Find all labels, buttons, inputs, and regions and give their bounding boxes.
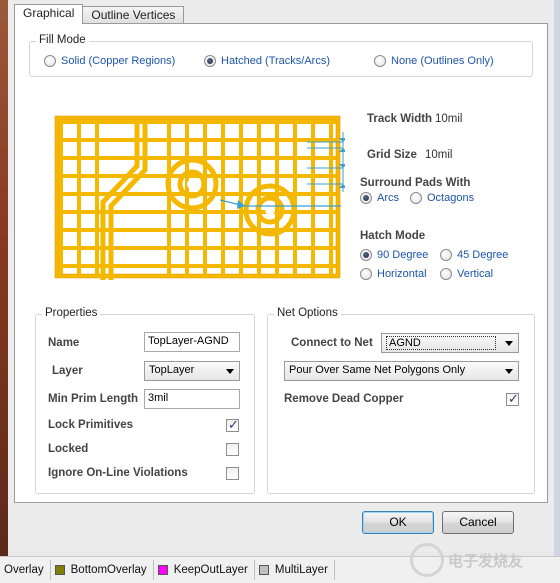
tab-graphical[interactable]: Graphical [14, 4, 84, 24]
layer-tab-bottomoverlay[interactable]: BottomOverlay [51, 560, 154, 580]
polygon-pour-dialog: Graphical Outline Vertices Fill Mode Sol… [8, 0, 554, 552]
fill-hatched-label: Hatched (Tracks/Arcs) [221, 55, 331, 67]
ok-button[interactable]: OK [362, 511, 434, 534]
hatch-vertical-track [311, 120, 315, 274]
properties-group: Properties Name TopLayer-AGND Layer TopL… [35, 307, 255, 494]
chevron-down-icon [226, 369, 234, 374]
fill-none-label: None (Outlines Only) [391, 55, 494, 67]
remove-dead-copper-label: Remove Dead Copper [284, 393, 404, 405]
layer-tab-keepout-label: KeepOutLayer [173, 564, 248, 576]
fill-solid-option[interactable]: Solid (Copper Regions) [44, 55, 175, 67]
chevron-down-icon [505, 369, 513, 374]
radio-arcs[interactable] [360, 192, 372, 204]
hatch-mode-title: Hatch Mode [360, 230, 426, 242]
net-options-group: Net Options Connect to Net AGND Pour Ove… [267, 307, 535, 494]
surround-arcs-option[interactable]: Arcs [360, 192, 399, 204]
net-options-title: Net Options [274, 307, 341, 319]
chevron-down-icon [505, 341, 513, 346]
hatch-horizontal-track [59, 120, 336, 124]
name-label: Name [48, 337, 80, 349]
radio-vertical[interactable] [440, 268, 452, 280]
layer-select[interactable]: TopLayer [144, 361, 240, 381]
lock-primitives-label: Lock Primitives [48, 419, 134, 431]
min-prim-length-label: Min Prim Length [48, 393, 139, 405]
hatch-vertical-track [329, 120, 333, 274]
layer-tab-bottomoverlay-label: BottomOverlay [70, 564, 147, 576]
hatch-horizontal-option[interactable]: Horizontal [360, 268, 427, 280]
track-width-label: Track Width [367, 113, 433, 125]
locked-label: Locked [48, 443, 89, 455]
bottomoverlay-swatch [54, 565, 65, 575]
hatch-vertical-track [293, 120, 297, 274]
fill-hatched-option[interactable]: Hatched (Tracks/Arcs) [204, 55, 330, 67]
surround-arcs-label: Arcs [377, 192, 399, 204]
layer-tab-keepout[interactable]: KeepOutLayer [154, 560, 255, 580]
hatch-horizontal-label: Horizontal [377, 268, 427, 280]
hatch-vertical-track [257, 120, 261, 274]
background-window-edge-right [554, 0, 560, 560]
layer-select-value: TopLayer [149, 364, 195, 376]
hatch-45-option[interactable]: 45 Degree [440, 249, 508, 261]
grid-size-value[interactable]: 10mil [425, 149, 452, 161]
layer-tab-multilayer-label: MultiLayer [274, 564, 328, 576]
watermark-text: 电子发烧友 [448, 552, 524, 570]
fill-none-option[interactable]: None (Outlines Only) [374, 55, 494, 67]
radio-solid[interactable] [44, 55, 56, 67]
hatch-vertical-track [221, 120, 225, 274]
layer-tab-multilayer[interactable]: MultiLayer [255, 560, 335, 580]
track-width-value[interactable]: 10mil [435, 113, 462, 125]
radio-octagons[interactable] [410, 192, 422, 204]
radio-none[interactable] [374, 55, 386, 67]
hatch-45-label: 45 Degree [457, 249, 509, 261]
fill-mode-title: Fill Mode [36, 34, 89, 46]
radio-90-degree[interactable] [360, 249, 372, 261]
radio-horizontal[interactable] [360, 268, 372, 280]
hatch-vertical-track [203, 120, 207, 274]
graphical-panel: Fill Mode Solid (Copper Regions) Hatched… [14, 23, 548, 503]
layer-label: Layer [52, 365, 83, 377]
background-window-edge [0, 0, 8, 560]
multilayer-swatch [258, 565, 269, 575]
surround-octagons-label: Octagons [427, 192, 475, 204]
connect-to-net-select[interactable]: AGND [381, 333, 519, 353]
keepout-swatch [157, 565, 168, 575]
hatch-vertical-track [59, 120, 63, 274]
hatch-vertical-label: Vertical [457, 268, 494, 280]
ignore-violations-label: Ignore On-Line Violations [48, 467, 188, 479]
watermark-logo: 电子发烧友 [410, 540, 550, 580]
cancel-button[interactable]: Cancel [442, 511, 514, 534]
hatch-vertical-track [77, 120, 81, 274]
tab-outline-vertices[interactable]: Outline Vertices [82, 6, 185, 24]
hatch-vertical-option[interactable]: Vertical [440, 268, 493, 280]
connect-to-net-value: AGND [386, 336, 496, 350]
ignore-violations-checkbox[interactable] [226, 467, 239, 480]
hatch-90-option[interactable]: 90 Degree [360, 249, 428, 261]
grid-size-label: Grid Size [367, 149, 417, 161]
lock-primitives-checkbox[interactable] [226, 417, 239, 433]
layer-tab-overlay-label: Overlay [4, 564, 44, 576]
hatch-vertical-track [95, 120, 99, 274]
surround-pads-title: Surround Pads With [360, 177, 471, 189]
remove-dead-copper-checkbox[interactable] [506, 391, 519, 407]
locked-checkbox[interactable] [226, 443, 239, 456]
connect-to-net-label: Connect to Net [291, 337, 373, 349]
min-prim-length-input[interactable]: 3mil [144, 389, 240, 409]
surround-octagons-option[interactable]: Octagons [410, 192, 474, 204]
fill-mode-group: Fill Mode Solid (Copper Regions) Hatched… [29, 34, 533, 77]
name-input[interactable]: TopLayer-AGND [144, 332, 240, 352]
watermark-icon [410, 543, 444, 577]
tab-bar: Graphical Outline Vertices [14, 4, 185, 24]
hatch-90-label: 90 Degree [377, 249, 429, 261]
layer-tab-overlay[interactable]: Overlay [0, 560, 51, 580]
fill-solid-label: Solid (Copper Regions) [61, 55, 176, 67]
properties-title: Properties [42, 307, 101, 319]
hatch-vertical-track [239, 120, 243, 274]
hatch-horizontal-track [59, 138, 336, 142]
radio-45-degree[interactable] [440, 249, 452, 261]
pour-over-value: Pour Over Same Net Polygons Only [289, 364, 466, 376]
radio-hatched[interactable] [204, 55, 216, 67]
hatch-preview-illustration [54, 115, 345, 280]
pour-over-select[interactable]: Pour Over Same Net Polygons Only [284, 361, 519, 381]
